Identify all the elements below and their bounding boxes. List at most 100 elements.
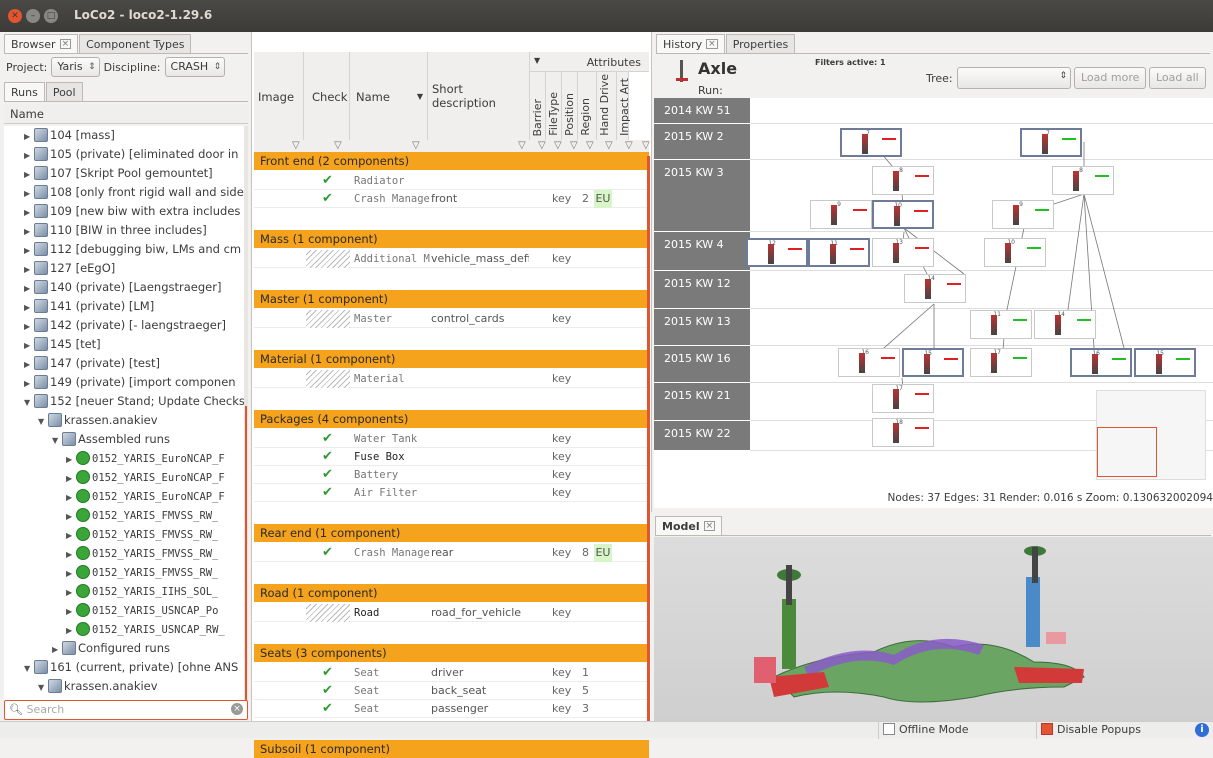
history-node[interactable]: 13	[872, 238, 934, 267]
group-header[interactable]: Subsoil (1 component)	[254, 740, 649, 758]
filter-icon[interactable]: ▽	[538, 140, 546, 151]
tab-runs[interactable]: Runs	[4, 82, 45, 101]
graph-minimap[interactable]	[1096, 390, 1206, 480]
group-header[interactable]: Packages (4 components)	[254, 410, 649, 428]
group-header[interactable]: Master (1 component)	[254, 290, 649, 308]
expand-icon[interactable]: ▶	[66, 564, 76, 582]
expand-icon[interactable]: ▶	[24, 241, 34, 259]
table-row[interactable]: ✔ Seat back_seat key 5	[254, 682, 649, 700]
expand-icon[interactable]: ▶	[24, 127, 34, 145]
expand-icon[interactable]: ▶	[24, 260, 34, 278]
col-attr[interactable]: Hand Drive	[597, 72, 617, 140]
tree-item[interactable]: ▶ 145 [tet]	[4, 335, 101, 354]
history-node[interactable]: 11	[970, 310, 1032, 339]
tree-item[interactable]: ▶ 0152_YARIS_FMVSS_RW_	[4, 506, 218, 525]
filter-icon[interactable]: ▽	[642, 140, 650, 151]
tree-item[interactable]: ▶ 0152_YARIS_USNCAP_RW_	[4, 620, 225, 639]
project-select[interactable]: Yaris ⇕	[51, 57, 100, 77]
expand-icon[interactable]: ▶	[24, 374, 34, 392]
table-row[interactable]: ✔ Seat driver key 1	[254, 664, 649, 682]
tree-item[interactable]: ▶ 0152_YARIS_EuroNCAP_F	[4, 449, 225, 468]
expand-icon[interactable]: ▶	[66, 488, 76, 506]
info-icon[interactable]: i	[1195, 723, 1209, 737]
tree-item[interactable]: ▶ 147 (private) [test]	[4, 354, 160, 373]
table-row[interactable]: ✔ Air Filter key	[254, 484, 649, 502]
expand-icon[interactable]: ▶	[66, 583, 76, 601]
history-node[interactable]: 16	[1070, 348, 1132, 377]
attributes-header[interactable]: ▼ Attributes	[530, 52, 649, 72]
filter-icon[interactable]: ▽	[292, 140, 300, 151]
history-node[interactable]: 10	[872, 200, 934, 229]
tree-item[interactable]: ▼ krassen.anakiev	[4, 677, 158, 696]
table-row[interactable]: ✔ Radiator	[254, 172, 649, 190]
disable-popups-checkbox[interactable]: Disable Popups	[1036, 722, 1145, 739]
close-tab-icon[interactable]: ×	[59, 39, 72, 49]
tree-item[interactable]: ▼ 161 (current, private) [ohne ANS	[4, 658, 238, 677]
filter-icon[interactable]: ▽	[554, 140, 562, 151]
table-row[interactable]: Material key	[254, 370, 649, 388]
tree-scrollbar[interactable]	[244, 126, 248, 706]
history-node[interactable]: 14	[1034, 310, 1096, 339]
expand-icon[interactable]: ▶	[52, 640, 62, 658]
tab-component-types[interactable]: Component Types	[79, 34, 192, 53]
table-row[interactable]: ✔ Water Tank key	[254, 430, 649, 448]
expand-icon[interactable]: ▶	[24, 298, 34, 316]
history-node[interactable]: 15	[1134, 348, 1196, 377]
minimize-icon[interactable]: –	[26, 9, 40, 23]
collapse-icon[interactable]: ▼	[534, 56, 540, 65]
load-more-button[interactable]: Load more	[1074, 67, 1147, 89]
filter-icon[interactable]: ▽	[518, 140, 526, 151]
history-node[interactable]: 16	[838, 348, 900, 377]
tree-item[interactable]: ▼ Assembled runs	[4, 430, 170, 449]
history-node[interactable]: 14	[904, 274, 966, 303]
tab-properties[interactable]: Properties	[725, 34, 796, 53]
history-node[interactable]: 12	[746, 238, 808, 267]
expand-icon[interactable]: ▶	[24, 146, 34, 164]
history-node[interactable]: 7	[840, 128, 902, 157]
tree-item[interactable]: ▶ 109 [new biw with extra includes	[4, 202, 240, 221]
load-all-button[interactable]: Load all	[1149, 67, 1206, 89]
table-row[interactable]: ✔ Battery key	[254, 466, 649, 484]
tree-item[interactable]: ▶ Configured runs	[4, 639, 170, 658]
table-row[interactable]: ✔ Fuse Box key	[254, 448, 649, 466]
tree-item[interactable]: ▶ 0152_YARIS_EuroNCAP_F	[4, 487, 225, 506]
expand-icon[interactable]: ▶	[66, 507, 76, 525]
expand-icon[interactable]: ▼	[38, 412, 48, 430]
table-row[interactable]: ✔ Crash Manage front key 2 EU	[254, 190, 649, 208]
history-node[interactable]: 8	[1052, 166, 1114, 195]
col-attr[interactable]: Impact Art	[617, 72, 631, 140]
history-node[interactable]: 9	[992, 200, 1054, 229]
group-header[interactable]: Material (1 component)	[254, 350, 649, 368]
group-header[interactable]: Road (1 component)	[254, 584, 649, 602]
clear-icon[interactable]: ×	[231, 703, 243, 715]
expand-icon[interactable]: ▶	[24, 165, 34, 183]
table-row[interactable]: ✔ Crash Manage rear key 8 EU	[254, 544, 649, 562]
table-row[interactable]: Additional Mvehicle_mass_defi key	[254, 250, 649, 268]
expand-icon[interactable]: ▶	[66, 545, 76, 563]
filter-icon[interactable]: ▽	[570, 140, 578, 151]
history-node[interactable]: 15	[902, 348, 964, 377]
col-attr[interactable]: Barrier	[530, 72, 546, 140]
expand-icon[interactable]: ▼	[38, 678, 48, 696]
expand-icon[interactable]: ▶	[66, 602, 76, 620]
table-row[interactable]: Road road_for_vehicle key	[254, 604, 649, 622]
history-node[interactable]: 18	[872, 418, 934, 447]
tree-item[interactable]: ▶ 112 [debugging biw, LMs and cm	[4, 240, 241, 259]
search-input[interactable]: 🔍︎ Search ×	[4, 700, 248, 720]
col-check[interactable]: Check	[304, 52, 350, 140]
col-name[interactable]: Name ▼	[350, 52, 428, 140]
filter-icon[interactable]: ▽	[605, 140, 613, 151]
tree-item[interactable]: ▶ 0152_YARIS_FMVSS_RW_	[4, 544, 218, 563]
discipline-select[interactable]: CRASH ⇕	[164, 57, 226, 77]
close-tab-icon[interactable]: ×	[703, 521, 716, 531]
expand-icon[interactable]: ▶	[66, 526, 76, 544]
col-image[interactable]: Image	[254, 52, 304, 140]
tree-item[interactable]: ▶ 127 [eEgO]	[4, 259, 115, 278]
close-tab-icon[interactable]: ×	[706, 39, 718, 49]
runs-tree[interactable]: ▶ 104 [mass] ▶ 105 (private) [eliminated do…	[4, 126, 244, 704]
tree-select[interactable]: ⇕	[957, 67, 1071, 89]
expand-icon[interactable]: ▶	[66, 621, 76, 639]
table-scrollbar[interactable]	[647, 156, 650, 721]
tree-item[interactable]: ▼ krassen.anakiev	[4, 411, 158, 430]
tree-item[interactable]: ▶ 107 [Skript Pool gemountet]	[4, 164, 213, 183]
